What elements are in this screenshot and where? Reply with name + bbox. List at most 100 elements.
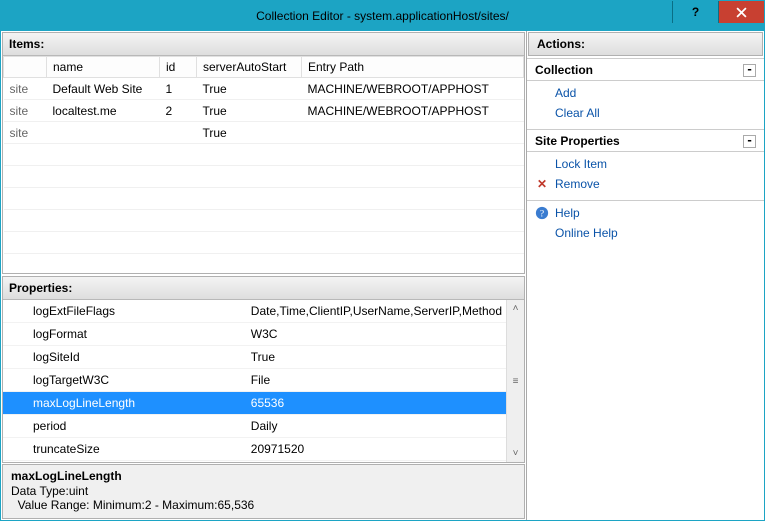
cell-name (47, 232, 160, 254)
items-grid[interactable]: name id serverAutoStart Entry Path siteD… (3, 56, 524, 273)
property-value: True (245, 346, 506, 369)
cell-id (160, 232, 197, 254)
property-name: period (3, 415, 245, 438)
remove-link[interactable]: ✕ Remove (527, 174, 764, 194)
cell-auto: True (197, 78, 302, 100)
property-group-row[interactable]: name💡 (3, 461, 506, 463)
cell-auto (197, 144, 302, 166)
close-button[interactable] (718, 1, 764, 23)
table-row[interactable]: site True (4, 122, 524, 144)
cell-name (47, 166, 160, 188)
svg-text:?: ? (540, 209, 544, 220)
items-heading: Items: (3, 33, 524, 56)
property-row[interactable]: logTargetW3CFile (3, 369, 506, 392)
cell-key: site (4, 122, 47, 144)
cell-key (4, 144, 47, 166)
cell-key: site (4, 78, 47, 100)
property-row[interactable]: logExtFileFlagsDate,Time,ClientIP,UserNa… (3, 300, 506, 323)
desc-line1: Data Type:uint (11, 484, 516, 498)
cell-auto: True (197, 122, 302, 144)
add-link[interactable]: Add (527, 83, 764, 103)
properties-grid[interactable]: logExtFileFlagsDate,Time,ClientIP,UserNa… (3, 300, 506, 462)
scroll-thumb-icon[interactable]: ≡ (507, 373, 524, 390)
properties-scrollbar[interactable]: ˄ ≡ ˅ (506, 300, 524, 462)
property-value: File (245, 369, 506, 392)
col-auto[interactable]: serverAutoStart (197, 57, 302, 78)
property-name: truncateSize (3, 438, 245, 461)
table-row (4, 144, 524, 166)
cell-name: localtest.me (47, 100, 160, 122)
section-collection: Collection - Add Clear All (527, 58, 764, 125)
cell-path (302, 144, 524, 166)
desc-line2: Value Range: Minimum:2 - Maximum:65,536 (11, 498, 516, 512)
properties-panel: Properties: logExtFileFlagsDate,Time,Cli… (2, 276, 525, 463)
cell-key (4, 166, 47, 188)
property-value: 65536 (245, 392, 506, 415)
property-row[interactable]: logSiteIdTrue (3, 346, 506, 369)
table-row (4, 210, 524, 232)
cell-name (47, 122, 160, 144)
cell-name: Default Web Site (47, 78, 160, 100)
property-row[interactable]: logFormatW3C (3, 323, 506, 346)
property-value: Daily (245, 415, 506, 438)
section-help: ? Help Online Help (527, 200, 764, 245)
col-key[interactable] (4, 57, 47, 78)
col-name[interactable]: name (47, 57, 160, 78)
property-row[interactable]: maxLogLineLength65536 (3, 392, 506, 415)
property-name: logSiteId (3, 346, 245, 369)
cell-auto (197, 232, 302, 254)
actions-heading: Actions: (528, 32, 763, 56)
cell-auto (197, 188, 302, 210)
actions-pane: Actions: Collection - Add Clear All (527, 31, 764, 520)
scroll-up-icon[interactable]: ˄ (507, 300, 524, 317)
help-button[interactable]: ? (672, 1, 718, 23)
cell-path: MACHINE/WEBROOT/APPHOST (302, 78, 524, 100)
online-help-link[interactable]: Online Help (527, 223, 764, 243)
property-value: Date,Time,ClientIP,UserName,ServerIP,Met… (245, 300, 506, 323)
collapse-icon[interactable]: - (743, 135, 756, 148)
cell-id (160, 166, 197, 188)
property-value: 20971520 (245, 438, 506, 461)
property-name: maxLogLineLength (3, 392, 245, 415)
clear-all-link[interactable]: Clear All (527, 103, 764, 123)
col-id[interactable]: id (160, 57, 197, 78)
remove-icon: ✕ (535, 177, 549, 191)
table-row[interactable]: siteDefault Web Site1TrueMACHINE/WEBROOT… (4, 78, 524, 100)
cell-name (47, 210, 160, 232)
property-group-icon: 💡 (245, 461, 506, 463)
property-description: maxLogLineLength Data Type:uint Value Ra… (2, 464, 525, 519)
table-row (4, 188, 524, 210)
cell-path (302, 122, 524, 144)
table-row (4, 166, 524, 188)
col-path[interactable]: Entry Path (302, 57, 524, 78)
property-group-name: name (3, 461, 245, 463)
cell-key: site (4, 100, 47, 122)
cell-id (160, 188, 197, 210)
property-row[interactable]: truncateSize20971520 (3, 438, 506, 461)
items-header-row: name id serverAutoStart Entry Path (4, 57, 524, 78)
cell-id (160, 122, 197, 144)
close-icon (736, 7, 747, 18)
collection-editor-window: Collection Editor - system.applicationHo… (0, 0, 765, 521)
property-name: logFormat (3, 323, 245, 346)
desc-title: maxLogLineLength (11, 469, 516, 483)
titlebar: Collection Editor - system.applicationHo… (1, 1, 764, 31)
cell-key (4, 210, 47, 232)
cell-id: 2 (160, 100, 197, 122)
items-panel: Items: name id serverAutoStart Entry Pat… (2, 32, 525, 274)
collection-title: Collection (535, 63, 593, 77)
collapse-icon[interactable]: - (743, 64, 756, 77)
help-icon: ? (535, 206, 549, 220)
section-site-properties: Site Properties - Lock Item ✕ Remove (527, 129, 764, 196)
table-row[interactable]: sitelocaltest.me2TrueMACHINE/WEBROOT/APP… (4, 100, 524, 122)
table-row (4, 232, 524, 254)
help-link[interactable]: ? Help (527, 203, 764, 223)
window-title: Collection Editor - system.applicationHo… (1, 9, 764, 23)
cell-key (4, 188, 47, 210)
property-row[interactable]: periodDaily (3, 415, 506, 438)
properties-heading: Properties: (3, 277, 524, 300)
cell-id: 1 (160, 78, 197, 100)
scroll-down-icon[interactable]: ˅ (507, 445, 524, 462)
cell-id (160, 210, 197, 232)
lock-item-link[interactable]: Lock Item (527, 154, 764, 174)
